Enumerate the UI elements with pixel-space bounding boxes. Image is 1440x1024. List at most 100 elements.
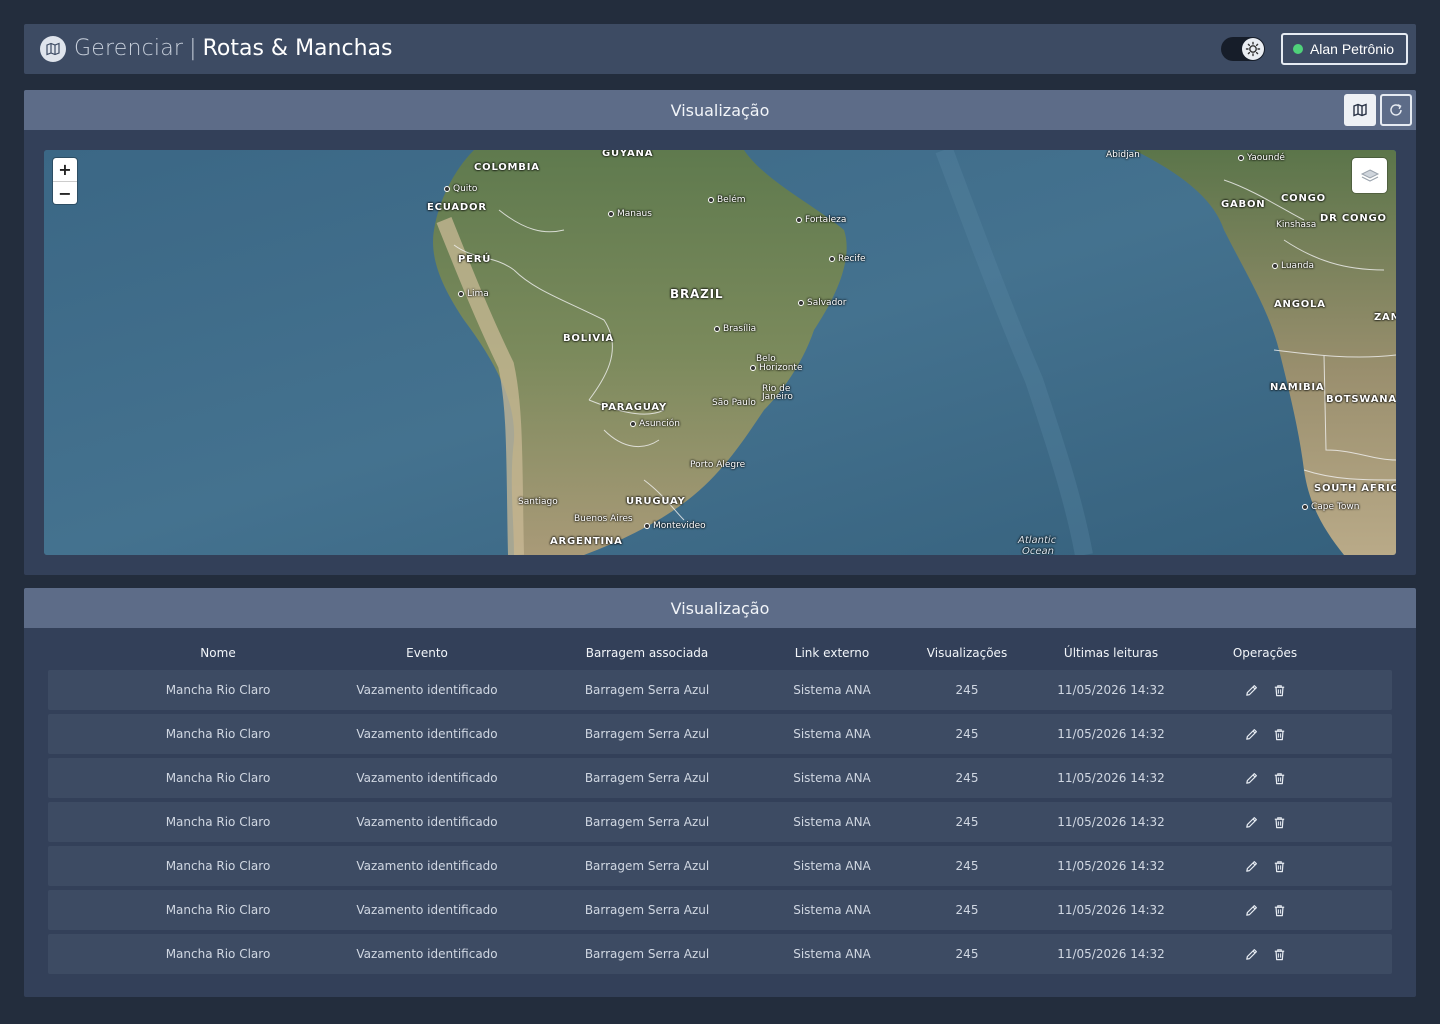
map-label: Abidjan	[1106, 150, 1140, 160]
cell-evento: Vazamento identificado	[356, 683, 498, 697]
refresh-icon	[1390, 104, 1402, 116]
edit-button[interactable]	[1243, 902, 1259, 918]
column-header-ultimas-leituras: Últimas leituras	[1063, 646, 1159, 660]
delete-button[interactable]	[1271, 946, 1287, 962]
cell-ultimas-leituras: 11/05/2026 14:32	[1057, 683, 1165, 697]
cell-evento: Vazamento identificado	[356, 903, 498, 917]
delete-button[interactable]	[1271, 902, 1287, 918]
table-row: Mancha Rio Claro Vazamento identificado …	[48, 846, 1392, 886]
column-header-nome: Nome	[200, 646, 236, 660]
cell-link[interactable]: Sistema ANA	[793, 771, 871, 785]
cell-barragem: Barragem Serra Azul	[584, 815, 710, 829]
column-header-operacoes: Operações	[1232, 646, 1298, 660]
map-label: Asunción	[630, 419, 680, 429]
table-row: Mancha Rio Claro Vazamento identificado …	[48, 802, 1392, 842]
map-label: ZAM	[1374, 312, 1396, 323]
map-label: Belém	[708, 195, 746, 205]
title-section: Gerenciar	[74, 36, 184, 61]
delete-button[interactable]	[1271, 814, 1287, 830]
cell-barragem: Barragem Serra Azul	[584, 771, 710, 785]
edit-button[interactable]	[1243, 858, 1259, 874]
map-label: Quito	[444, 184, 477, 194]
delete-button[interactable]	[1271, 858, 1287, 874]
map-label: Buenos Aires	[574, 514, 633, 524]
map-label: BRAZIL	[670, 287, 724, 301]
map-label: ECUADOR	[427, 202, 487, 213]
map-label: PARAGUAY	[601, 402, 668, 413]
cell-evento: Vazamento identificado	[356, 859, 498, 873]
cell-link[interactable]: Sistema ANA	[793, 947, 871, 961]
layers-button[interactable]	[1352, 158, 1387, 193]
cell-evento: Vazamento identificado	[356, 947, 498, 961]
table-row: Mancha Rio Claro Vazamento identificado …	[48, 670, 1392, 710]
map-icon	[1353, 103, 1367, 117]
cell-barragem: Barragem Serra Azul	[584, 903, 710, 917]
map-label: Atlantic	[1018, 535, 1057, 546]
map-label: ARGENTINA	[550, 536, 623, 547]
title-page: Rotas & Manchas	[202, 36, 393, 61]
edit-button[interactable]	[1243, 726, 1259, 742]
cell-evento: Vazamento identificado	[356, 771, 498, 785]
cell-link[interactable]: Sistema ANA	[793, 727, 871, 741]
map-label: Montevideo	[644, 521, 706, 531]
map-label: Manaus	[608, 209, 652, 219]
map-label: Lima	[458, 289, 489, 299]
user-menu-button[interactable]: Alan Petrônio	[1280, 33, 1408, 65]
cell-visualizacoes: 245	[955, 859, 979, 873]
cell-ultimas-leituras: 11/05/2026 14:32	[1057, 947, 1165, 961]
pencil-icon	[1245, 904, 1257, 916]
cell-nome: Mancha Rio Claro	[165, 815, 271, 829]
zoom-control: + −	[53, 158, 77, 204]
edit-button[interactable]	[1243, 770, 1259, 786]
column-header-evento: Evento	[406, 646, 448, 660]
cell-visualizacoes: 245	[955, 683, 979, 697]
map-label: BOLIVIA	[563, 333, 615, 344]
row-operations	[1243, 946, 1287, 962]
map-panel: Visualização GUYANA COLOMBIA Quito ECUAD…	[24, 90, 1416, 575]
cell-barragem: Barragem Serra Azul	[584, 683, 710, 697]
cell-nome: Mancha Rio Claro	[165, 903, 271, 917]
cell-ultimas-leituras: 11/05/2026 14:32	[1057, 727, 1165, 741]
trash-icon	[1274, 772, 1284, 784]
zoom-in-button[interactable]: +	[53, 158, 77, 181]
cell-link[interactable]: Sistema ANA	[793, 683, 871, 697]
map-label: Horizonte	[750, 363, 802, 373]
trash-icon	[1274, 684, 1284, 696]
map-label: ANGOLA	[1274, 299, 1326, 310]
pencil-icon	[1245, 684, 1257, 696]
delete-button[interactable]	[1271, 682, 1287, 698]
cell-link[interactable]: Sistema ANA	[793, 815, 871, 829]
map-logo-icon	[40, 36, 66, 62]
pencil-icon	[1245, 948, 1257, 960]
pencil-icon	[1245, 772, 1257, 784]
zoom-out-button[interactable]: −	[53, 181, 77, 204]
delete-button[interactable]	[1271, 770, 1287, 786]
theme-toggle[interactable]	[1220, 37, 1265, 61]
cell-link[interactable]: Sistema ANA	[793, 859, 871, 873]
refresh-button[interactable]	[1380, 94, 1412, 126]
top-bar: Gerenciar | Rotas & Manchas Alan Petrôni…	[24, 24, 1416, 74]
edit-button[interactable]	[1243, 682, 1259, 698]
cell-nome: Mancha Rio Claro	[165, 727, 271, 741]
map-label: Porto Alegre	[690, 460, 746, 470]
edit-button[interactable]	[1243, 814, 1259, 830]
map-panel-title: Visualização	[670, 100, 770, 120]
cell-ultimas-leituras: 11/05/2026 14:32	[1057, 771, 1165, 785]
table-row: Mancha Rio Claro Vazamento identificado …	[48, 714, 1392, 754]
edit-button[interactable]	[1243, 946, 1259, 962]
cell-barragem: Barragem Serra Azul	[584, 947, 710, 961]
map-label: Janeiro	[762, 392, 793, 402]
cell-nome: Mancha Rio Claro	[165, 947, 271, 961]
map-view[interactable]: GUYANA COLOMBIA Quito ECUADOR Manaus Bel…	[44, 150, 1396, 555]
cell-nome: Mancha Rio Claro	[165, 683, 271, 697]
map-view-button[interactable]	[1344, 94, 1376, 126]
cell-ultimas-leituras: 11/05/2026 14:32	[1057, 859, 1165, 873]
delete-button[interactable]	[1271, 726, 1287, 742]
map-label: Cape Town	[1302, 502, 1359, 512]
map-label: BOTSWANA	[1326, 394, 1396, 405]
cell-link[interactable]: Sistema ANA	[793, 903, 871, 917]
table-row: Mancha Rio Claro Vazamento identificado …	[48, 890, 1392, 930]
map-label: Yaoundé	[1238, 153, 1285, 163]
row-operations	[1243, 770, 1287, 786]
cell-barragem: Barragem Serra Azul	[584, 859, 710, 873]
